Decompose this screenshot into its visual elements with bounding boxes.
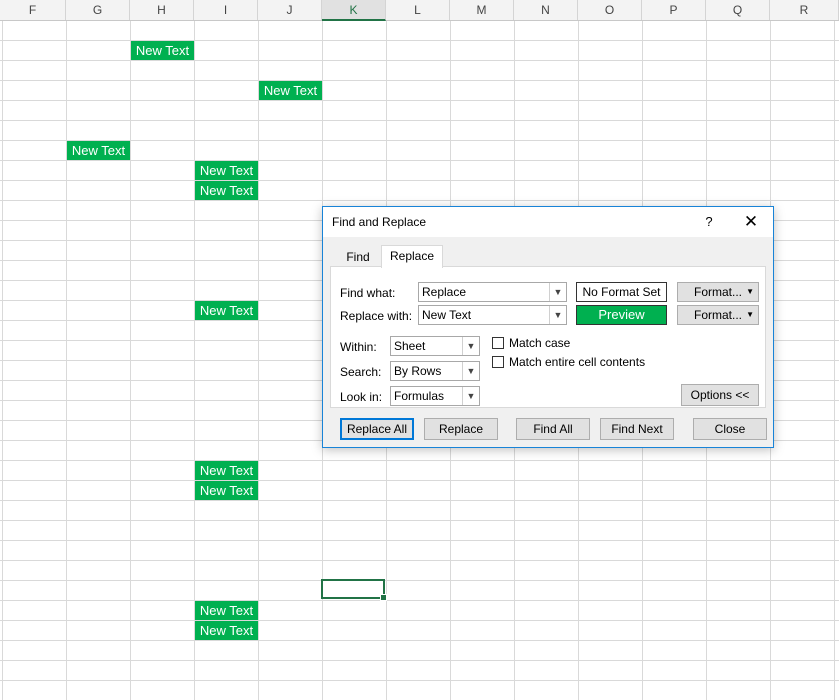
find-replace-dialog: Find and Replace ? ✕ Find Replace Find w… bbox=[322, 206, 774, 448]
help-button[interactable]: ? bbox=[699, 212, 719, 232]
cell-i10[interactable]: New Text bbox=[195, 181, 258, 200]
match-case-label[interactable]: Match case bbox=[509, 336, 570, 350]
cell-j5[interactable]: New Text bbox=[259, 81, 322, 100]
look-in-value: Formulas bbox=[394, 389, 445, 403]
look-in-label: Look in: bbox=[340, 390, 383, 404]
column-header-p[interactable]: P bbox=[642, 0, 706, 20]
find-next-button[interactable]: Find Next bbox=[600, 418, 674, 440]
replace-with-value: New Text bbox=[422, 308, 472, 322]
within-label: Within: bbox=[340, 340, 377, 354]
replace-format-preview: Preview bbox=[576, 305, 667, 325]
column-header-r[interactable]: R bbox=[770, 0, 839, 20]
tab-find[interactable]: Find bbox=[333, 247, 383, 267]
cell-i9[interactable]: New Text bbox=[195, 161, 258, 180]
replace-button[interactable]: Replace bbox=[424, 418, 498, 440]
look-in-select[interactable]: Formulas ▼ bbox=[390, 386, 480, 406]
chevron-down-icon[interactable]: ▼ bbox=[549, 306, 566, 324]
column-header-g[interactable]: G bbox=[66, 0, 130, 20]
active-cell-selection[interactable] bbox=[321, 579, 387, 601]
column-header-q[interactable]: Q bbox=[706, 0, 770, 20]
dropdown-arrow-icon: ▼ bbox=[746, 287, 754, 296]
dialog-title: Find and Replace bbox=[332, 215, 427, 229]
column-header-k[interactable]: K bbox=[322, 0, 386, 21]
chevron-down-icon[interactable]: ▼ bbox=[462, 362, 479, 380]
cell-i16[interactable]: New Text bbox=[195, 301, 258, 320]
chevron-down-icon[interactable]: ▼ bbox=[462, 337, 479, 355]
cell-i31[interactable]: New Text bbox=[195, 601, 258, 620]
tab-find-label: Find bbox=[346, 250, 370, 264]
replace-with-label: Replace with: bbox=[340, 309, 413, 323]
column-header-row: F G H I J K L M N O P Q R bbox=[0, 0, 839, 21]
find-what-label: Find what: bbox=[340, 286, 396, 300]
options-button[interactable]: Options << bbox=[681, 384, 759, 406]
cell-i25[interactable]: New Text bbox=[195, 481, 258, 500]
chevron-down-icon[interactable]: ▼ bbox=[462, 387, 479, 405]
close-button[interactable]: Close bbox=[693, 418, 767, 440]
match-entire-checkbox[interactable] bbox=[492, 356, 504, 368]
find-format-label: Format... bbox=[693, 285, 742, 299]
find-format-preview: No Format Set bbox=[576, 282, 667, 302]
column-header-l[interactable]: L bbox=[386, 0, 450, 20]
column-header-j[interactable]: J bbox=[258, 0, 322, 20]
match-entire-label[interactable]: Match entire cell contents bbox=[509, 355, 645, 369]
tab-replace[interactable]: Replace bbox=[381, 245, 443, 268]
column-header-m[interactable]: M bbox=[450, 0, 514, 20]
column-header-o[interactable]: O bbox=[578, 0, 642, 20]
cell-h3[interactable]: New Text bbox=[131, 41, 194, 60]
tab-replace-label: Replace bbox=[389, 249, 435, 263]
replace-all-button[interactable]: Replace All bbox=[340, 418, 414, 440]
search-label: Search: bbox=[340, 365, 382, 379]
replace-tab-panel: Find what: Replace ▼ No Format Set Forma… bbox=[330, 266, 766, 408]
cell-i32[interactable]: New Text bbox=[195, 621, 258, 640]
dialog-titlebar[interactable]: Find and Replace ? ✕ bbox=[323, 207, 773, 237]
find-what-value: Replace bbox=[422, 285, 467, 299]
column-header-n[interactable]: N bbox=[514, 0, 578, 20]
close-icon[interactable]: ✕ bbox=[739, 211, 763, 233]
search-select[interactable]: By Rows ▼ bbox=[390, 361, 480, 381]
within-select[interactable]: Sheet ▼ bbox=[390, 336, 480, 356]
find-format-button[interactable]: Format... ▼ bbox=[677, 282, 759, 302]
replace-format-label: Format... bbox=[693, 308, 742, 322]
column-header-h[interactable]: H bbox=[130, 0, 194, 20]
replace-format-button[interactable]: Format... ▼ bbox=[677, 305, 759, 325]
find-all-button[interactable]: Find All bbox=[516, 418, 590, 440]
column-header-f[interactable]: F bbox=[0, 0, 66, 20]
match-case-checkbox[interactable] bbox=[492, 337, 504, 349]
replace-with-combobox[interactable]: New Text ▼ bbox=[418, 305, 567, 325]
within-value: Sheet bbox=[394, 339, 426, 353]
find-what-combobox[interactable]: Replace ▼ bbox=[418, 282, 567, 302]
chevron-down-icon[interactable]: ▼ bbox=[549, 283, 566, 301]
search-value: By Rows bbox=[394, 364, 442, 378]
cell-i24[interactable]: New Text bbox=[195, 461, 258, 480]
dropdown-arrow-icon: ▼ bbox=[746, 310, 754, 319]
column-header-i[interactable]: I bbox=[194, 0, 258, 20]
cell-g8[interactable]: New Text bbox=[67, 141, 130, 160]
